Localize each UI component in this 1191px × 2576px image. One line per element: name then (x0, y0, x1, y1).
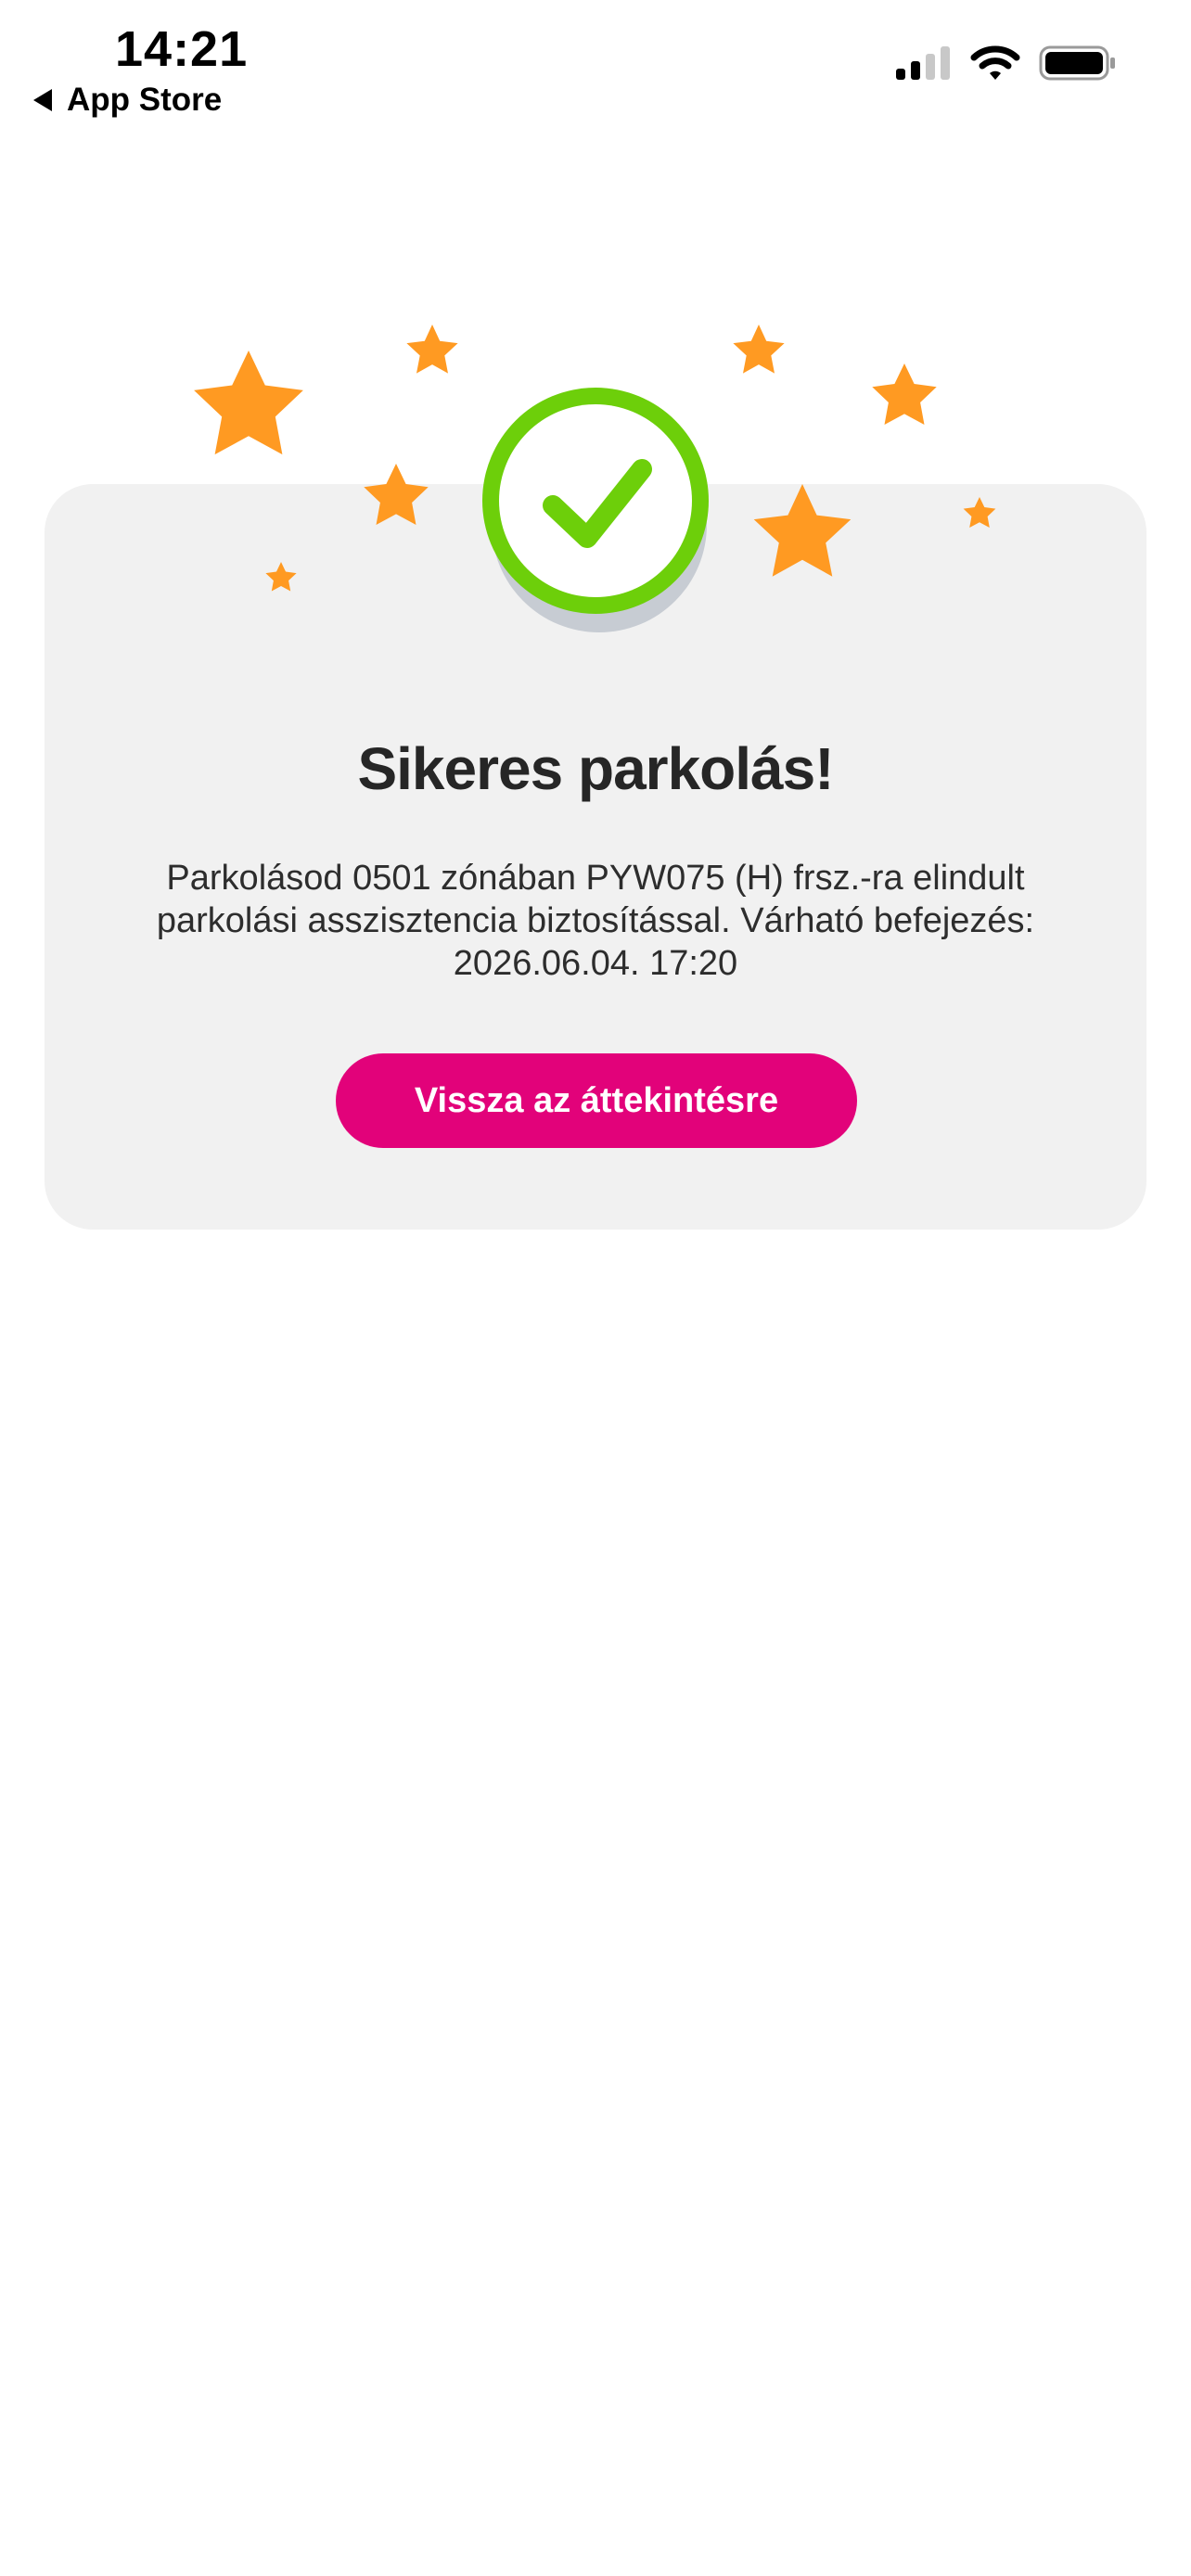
star-icon (733, 325, 785, 374)
battery-icon (1039, 45, 1115, 81)
status-icons (896, 45, 1117, 82)
star-icon (406, 325, 458, 374)
back-to-app-store-button[interactable]: App Store (33, 82, 222, 119)
back-app-label: App Store (67, 82, 223, 118)
star-icon (194, 351, 303, 455)
star-icon (872, 363, 937, 425)
success-card: Sikeres parkolás! Parkolásod 0501 zónába… (45, 484, 1146, 1230)
signal-icon (896, 46, 950, 80)
back-triangle-icon (33, 89, 52, 111)
wifi-icon (970, 45, 1020, 80)
back-to-overview-button[interactable]: Vissza az áttekintésre (336, 1053, 857, 1148)
page-title: Sikeres parkolás! (357, 735, 834, 802)
empty-content-area (0, 1230, 1191, 2576)
status-time: 14:21 (115, 21, 249, 77)
parking-confirmation-message: Parkolásod 0501 zónában PYW075 (H) frsz.… (156, 859, 1035, 983)
